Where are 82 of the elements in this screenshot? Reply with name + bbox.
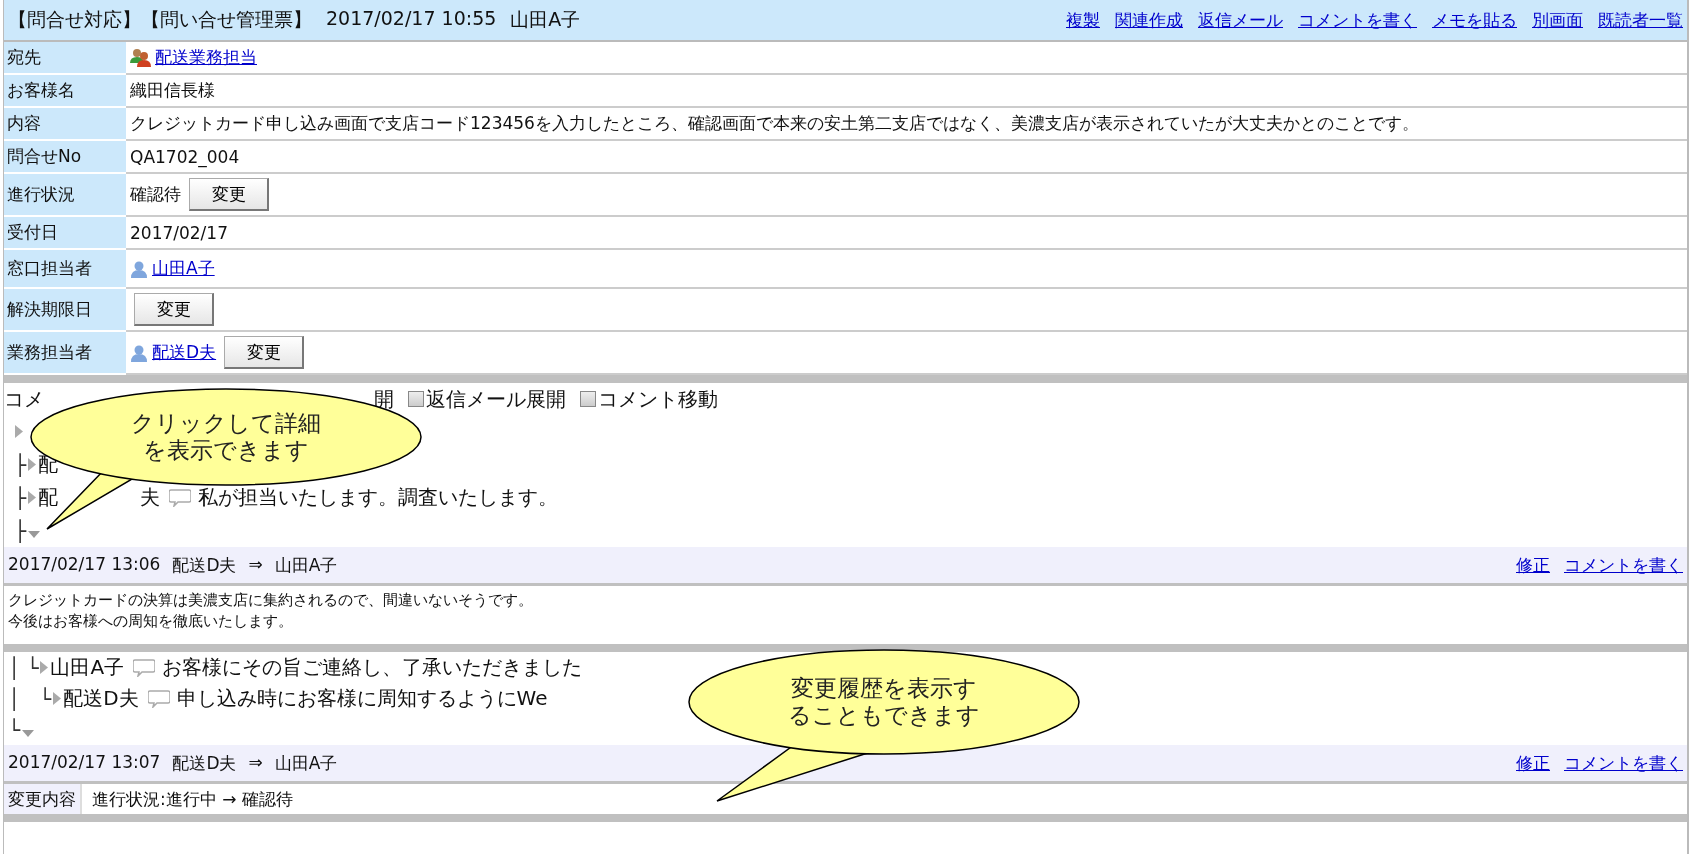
change-button[interactable]: 変更 [189, 178, 269, 211]
expand-triangle-icon[interactable] [15, 425, 23, 438]
user-icon [130, 343, 148, 362]
ticket-datetime: 2017/02/17 10:55 [326, 7, 497, 31]
entry-from: 配送D夫 [172, 751, 237, 775]
header-link[interactable]: 関連作成 [1115, 8, 1183, 32]
expand-triangle-icon[interactable] [28, 491, 37, 504]
collapse-triangle-icon[interactable] [22, 730, 35, 737]
field-label: 受付日 [7, 221, 58, 244]
checkbox-label[interactable]: 返信メール展開 [426, 385, 566, 413]
tree-branch: │ └ [8, 655, 39, 680]
entry-link[interactable]: 修正 [1516, 751, 1550, 775]
entry-link[interactable]: 修正 [1516, 553, 1550, 577]
tree-branch: ├ [14, 485, 27, 510]
user-icon [130, 259, 148, 278]
speech-bubble-icon [147, 689, 170, 708]
comment-author[interactable]: 夫 [140, 484, 161, 511]
option-text: 開 [374, 385, 394, 413]
header-link[interactable]: 既読者一覧 [1598, 8, 1683, 32]
entry-link[interactable]: コメントを書く [1564, 751, 1683, 775]
callout-text: クリックして詳細 [131, 410, 321, 437]
entry-from: 配送D夫 [172, 553, 237, 577]
entry-timestamp: 2017/02/17 13:06 [8, 553, 161, 576]
field-label: 業務担当者 [7, 341, 92, 364]
field-label: 解決期限日 [7, 298, 92, 321]
comment-author[interactable]: 配送D夫 [63, 685, 139, 712]
header-link[interactable]: コメントを書く [1298, 8, 1417, 32]
checkbox[interactable] [408, 391, 424, 407]
arrow-icon: ⇒ [248, 553, 263, 577]
collapse-triangle-icon[interactable] [28, 531, 41, 538]
field-value: 織田信長様 [130, 79, 215, 102]
change-text: 進行状況:進行中 → 確認待 [92, 787, 293, 811]
checkbox[interactable] [580, 391, 596, 407]
speech-bubble-icon [133, 658, 156, 677]
field-label: お客様名 [7, 79, 75, 102]
comment-summary[interactable]: お客様にその旨ご連絡し、了承いただきました [162, 654, 583, 681]
header-link[interactable]: 複製 [1066, 8, 1100, 32]
group-icon [130, 48, 151, 67]
entry-timestamp: 2017/02/17 13:07 [8, 751, 161, 774]
comment-summary[interactable]: 申し込み時にお客様に周知するようにWe [176, 685, 548, 712]
ticket-title: 【問合せ対応】【問い合せ管理票】 [8, 7, 312, 32]
header-link[interactable]: 別画面 [1532, 8, 1583, 32]
ticket-author: 山田A子 [510, 7, 581, 32]
field-value: QA1702_004 [130, 146, 240, 167]
entry-to: 山田A子 [274, 751, 338, 775]
comment-author[interactable]: 山田A子 [50, 654, 125, 681]
expand-triangle-icon[interactable] [28, 458, 37, 471]
field-label: 宛先 [7, 46, 41, 69]
expand-triangle-icon[interactable] [53, 692, 62, 705]
comment-text: クレジットカードの決算は美濃支店に集約されるので、間違いないそうです。 [8, 590, 534, 611]
change-button[interactable]: 変更 [224, 336, 305, 369]
comment-text: 今後はお客様への周知を徹底いたします。 [8, 611, 294, 632]
field-value: 確認待 [130, 183, 181, 206]
speech-bubble-icon [169, 488, 192, 507]
group-link[interactable]: 配送業務担当 [155, 46, 257, 69]
comment-author[interactable]: 配 [38, 484, 59, 511]
user-link[interactable]: 配送D夫 [152, 341, 217, 364]
field-label: 窓口担当者 [7, 257, 92, 280]
field-value: クレジットカード申し込み画面で支店コード123456を入力したところ、確認画面で本来の安土第二支店ではなく、美濃支店が表示されていたが大丈夫かとのことです。 [130, 112, 1419, 135]
callout-text: 変更履歴を表示す [791, 675, 977, 702]
entry-link[interactable]: コメントを書く [1564, 553, 1683, 577]
callout-text: ることもできます [788, 702, 980, 729]
user-link[interactable]: 山田A子 [152, 257, 215, 280]
change-label: 変更内容 [8, 787, 76, 811]
field-label: 問合せNo [7, 145, 82, 168]
checkbox-label[interactable]: コメント移動 [598, 385, 718, 413]
change-button[interactable]: 変更 [134, 293, 214, 326]
field-value: 2017/02/17 [130, 222, 228, 243]
callout-text: を表示できます [143, 437, 309, 464]
tree-branch: │ └ [8, 686, 52, 711]
field-label: 進行状況 [7, 183, 75, 206]
entry-to: 山田A子 [274, 553, 338, 577]
header-link[interactable]: 返信メール [1198, 8, 1283, 32]
expand-triangle-icon[interactable] [40, 661, 49, 674]
field-label: 内容 [7, 112, 41, 135]
tree-branch: ├ [14, 518, 27, 543]
comment-summary[interactable]: 私が担当いたします。調査いたします。 [198, 484, 559, 511]
arrow-icon: ⇒ [248, 751, 263, 775]
tree-branch: └ [8, 717, 21, 742]
tree-branch: ├ [14, 452, 27, 477]
header-link[interactable]: メモを貼る [1432, 8, 1517, 32]
option-text: コメ [4, 385, 44, 413]
